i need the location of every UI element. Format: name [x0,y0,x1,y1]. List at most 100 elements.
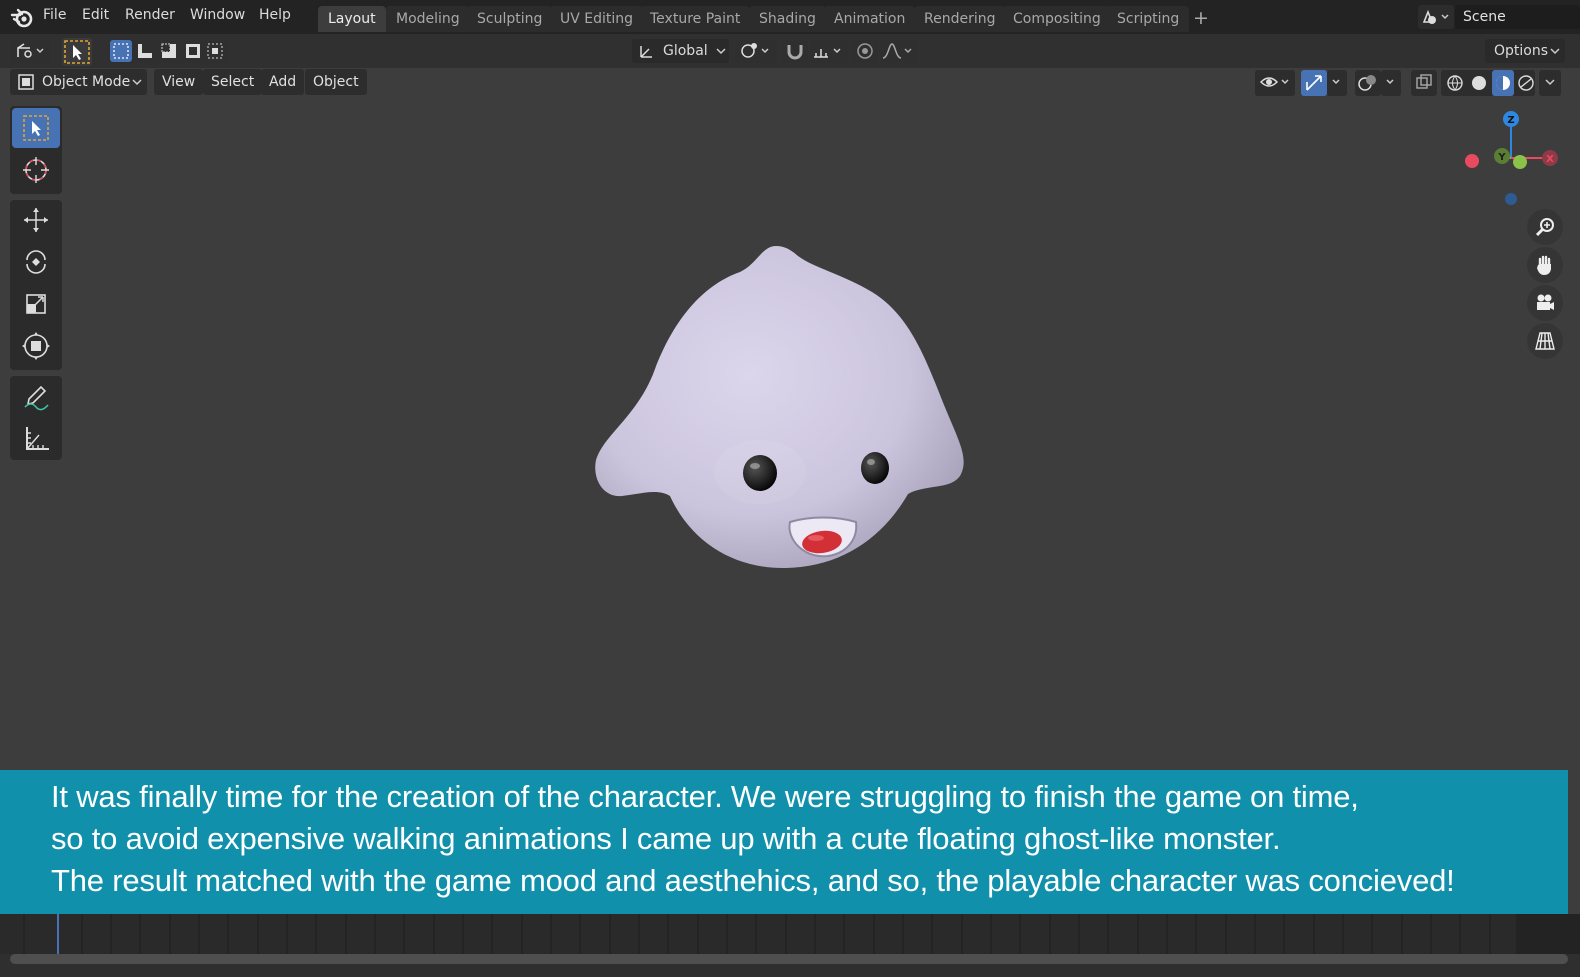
tab-shading[interactable]: Shading [749,6,826,32]
tab-rendering[interactable]: Rendering [914,6,1006,32]
snap-target-dropdown[interactable] [810,39,848,63]
scene-name-field[interactable]: Scene [1455,5,1580,29]
proportional-falloff-dropdown[interactable] [880,39,918,63]
camera-view-button[interactable] [1527,285,1563,321]
tab-compositing[interactable]: Compositing [1003,6,1111,32]
measure-ruler-icon [26,427,49,450]
shading-mode-icons [1441,70,1535,96]
proportional-edit-icon [857,43,873,59]
overlays-icon [1355,70,1401,96]
gizmo-y-label: Y [1497,152,1506,163]
pan-button[interactable] [1527,247,1563,283]
rotate-tool[interactable] [12,242,60,282]
scale-icon [26,294,46,314]
timeline-editor[interactable] [0,914,1580,977]
ghost-body [595,246,964,569]
ghost-right-eye [861,452,889,484]
gizmo-toggle-icon [1301,70,1347,96]
toolbar-annotate-group [10,376,62,460]
menu-help[interactable]: Help [259,7,291,23]
magnet-icon [787,45,803,60]
measure-tool[interactable] [12,418,60,458]
caption-line-1: It was finally time for the creation of … [51,779,1359,814]
selection-mode-icons[interactable] [108,39,228,63]
shading-options-dropdown [1539,70,1561,96]
hand-icon [1537,255,1551,275]
menu-view[interactable]: View [154,69,204,95]
tab-scripting[interactable]: Scripting [1107,6,1190,32]
grid-perspective-icon [1535,332,1555,350]
visibility-dropdown-icon [1255,70,1295,96]
scene-icon [1422,9,1449,24]
scale-tool[interactable] [12,284,60,324]
top-menu-bar: File Edit Render Window Help Layout Mode… [0,0,1580,34]
object-mode-icon [18,74,34,90]
add-workspace-button[interactable]: + [1190,6,1212,30]
options-label: Options [1494,43,1549,59]
selection-mode-group [108,39,228,63]
editor-type-button[interactable] [10,39,50,63]
pivot-point-dropdown[interactable] [736,39,776,63]
chevron-down-icon [716,48,726,55]
camera-icon [1537,294,1554,310]
editor-type-icon [17,43,44,58]
menu-file[interactable]: File [43,7,66,23]
menu-edit[interactable]: Edit [82,7,109,23]
caption-line-2: so to avoid expensive walking animations… [51,821,1281,856]
select-box-tool-icon [64,40,90,64]
proportional-editing-toggle[interactable] [852,39,878,63]
annotate-tool[interactable] [12,376,60,416]
tab-animation[interactable]: Animation [824,6,916,32]
caption-banner: It was finally time for the creation of … [0,770,1568,914]
toolbar-select-group [10,106,62,194]
timeline-scrollbar[interactable] [10,954,1568,964]
tab-layout[interactable]: Layout [318,6,386,32]
tool-header: Global Options [0,34,1580,68]
transform-tool[interactable] [12,326,60,366]
zoom-magnifier-icon [1535,218,1554,237]
menu-add[interactable]: Add [261,69,305,95]
tab-uv-editing[interactable]: UV Editing [550,6,644,32]
toolbar-transform-group [10,200,62,370]
pivot-icon [741,43,769,58]
active-tool-button[interactable] [62,38,92,66]
tab-sculpting[interactable]: Sculpting [467,6,553,32]
scene-selector-button[interactable] [1418,5,1454,29]
chevron-down-icon [132,79,142,86]
zoom-button[interactable] [1527,209,1563,245]
navigation-gizmo[interactable]: Y X Z [1455,106,1567,206]
timeline-frame-grid [0,914,1580,954]
xray-toggle-icon [1411,70,1437,96]
viewport-shading-controls [1255,70,1561,96]
menu-render[interactable]: Render [125,7,175,23]
orientation-icon [640,46,652,58]
tab-modeling[interactable]: Modeling [386,6,470,32]
snap-toggle[interactable] [782,39,808,63]
transform-orientation-value: Global [663,43,708,59]
blender-logo-icon[interactable] [10,6,34,30]
menu-object[interactable]: Object [305,69,367,95]
falloff-curve-icon [882,43,912,59]
ghost-character-model[interactable] [590,244,970,576]
cursor-tool[interactable] [12,150,60,190]
select-box-tool[interactable] [12,108,60,148]
options-dropdown[interactable]: Options [1485,39,1565,63]
gizmo-neg-x-icon [1465,154,1479,168]
menu-window[interactable]: Window [190,7,245,23]
ghost-left-eye [743,455,777,491]
menu-select[interactable]: Select [203,69,263,95]
annotate-pencil-icon [24,385,49,411]
tab-texture-paint[interactable]: Texture Paint [640,6,751,32]
timeline-end-region [1516,914,1580,954]
move-tool[interactable] [12,200,60,240]
caption-line-3: The result matched with the game mood an… [51,863,1455,898]
mode-dropdown[interactable]: Object Mode [10,69,147,95]
transform-orientation-dropdown[interactable]: Global [632,39,729,63]
move-icon [24,208,48,232]
gizmo-z-label: Z [1507,115,1514,126]
ortho-toggle-button[interactable] [1527,323,1563,359]
3d-viewport[interactable]: Object Mode View Select Add Object Y X Z [0,68,1580,770]
cursor-icon [23,157,49,183]
snap-increment-icon [814,48,841,58]
chevron-down-icon [1550,48,1560,55]
